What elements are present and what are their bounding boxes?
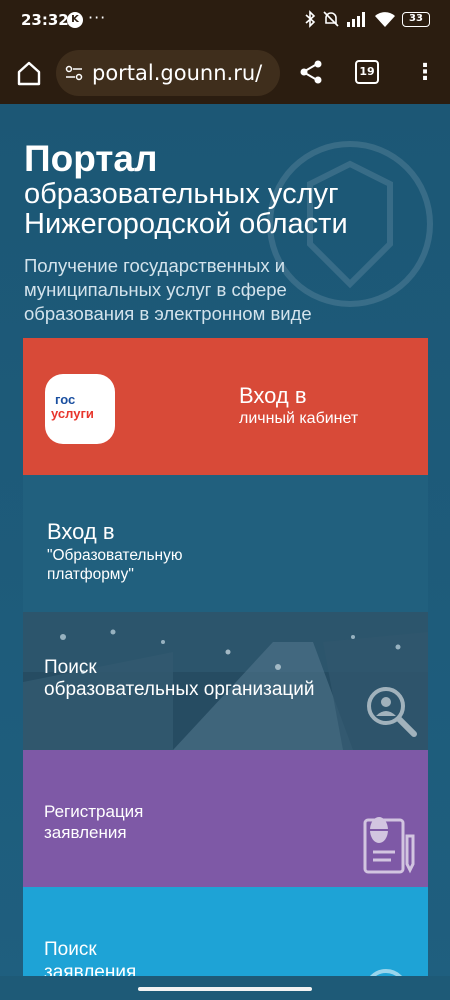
share-icon[interactable]	[297, 58, 325, 86]
more-notifications-icon: ···	[88, 8, 107, 27]
page-title: Портал	[24, 138, 158, 179]
search-app-tile-title: Поиск	[44, 939, 97, 960]
site-settings-icon[interactable]	[64, 63, 84, 83]
bluetooth-icon	[305, 10, 316, 28]
page-subtitle-line2: Нижегородской области	[24, 208, 348, 240]
gosuslugi-tile-subtitle: личный кабинет	[239, 410, 359, 427]
battery-icon: 33	[402, 11, 430, 27]
search-org-tile-title: Поиск	[44, 657, 97, 678]
gosuslugi-logo-text-2: услуги	[51, 406, 94, 421]
edu-platform-tile-title: Вход в	[47, 519, 115, 544]
page-subtitle-line1: образовательных услуг	[24, 178, 339, 210]
register-tile-title: Регистрация	[44, 802, 144, 821]
gosuslugi-logo-text-1: гос	[55, 392, 76, 407]
search-magnifier-icon	[367, 687, 417, 737]
tabs-counter-button[interactable]: 19	[355, 60, 379, 84]
search-organizations-tile[interactable]: Поиск образовательных организаций	[23, 612, 428, 750]
search-application-tile[interactable]: Поиск заявления	[23, 887, 428, 990]
mute-bell-icon	[323, 11, 339, 27]
wifi-icon	[375, 12, 395, 27]
gesture-navigation-bar	[0, 976, 450, 1000]
page-content: Портал образовательных услуг Нижегородск…	[0, 104, 450, 990]
browser-toolbar: portal.gounn.ru/ 19 ⋮	[0, 42, 450, 104]
address-bar[interactable]: portal.gounn.ru/	[56, 50, 280, 96]
register-tile-subtitle: заявления	[44, 823, 127, 842]
status-icons: 33	[304, 10, 430, 28]
document-mouse-icon	[363, 817, 415, 874]
gosuslugi-login-tile[interactable]: гос услуги Вход в личный кабинет	[23, 338, 428, 475]
menu-dots-icon[interactable]: ⋮	[414, 59, 436, 87]
home-icon[interactable]	[14, 58, 44, 88]
register-application-tile[interactable]: Регистрация заявления	[23, 750, 428, 887]
home-gesture-handle[interactable]	[138, 987, 312, 991]
edu-platform-tile-subtitle-2: платформу"	[47, 566, 134, 583]
search-org-tile-subtitle: образовательных организаций	[44, 679, 315, 700]
status-time: 23:32	[21, 11, 69, 29]
url-text[interactable]: portal.gounn.ru/	[92, 61, 262, 85]
k-badge-icon: K	[67, 12, 83, 28]
gosuslugi-logo: гос услуги	[45, 374, 115, 444]
gosuslugi-tile-title: Вход в	[239, 383, 307, 408]
page-description: Получение государственных и муниципальны…	[24, 255, 312, 324]
status-bar: 23:32 K ··· 33	[0, 0, 450, 42]
edu-platform-login-tile[interactable]: Вход в "Образовательную платформу"	[23, 475, 428, 612]
signal-icon	[347, 12, 365, 27]
edu-platform-tile-subtitle-1: "Образовательную	[47, 547, 183, 564]
